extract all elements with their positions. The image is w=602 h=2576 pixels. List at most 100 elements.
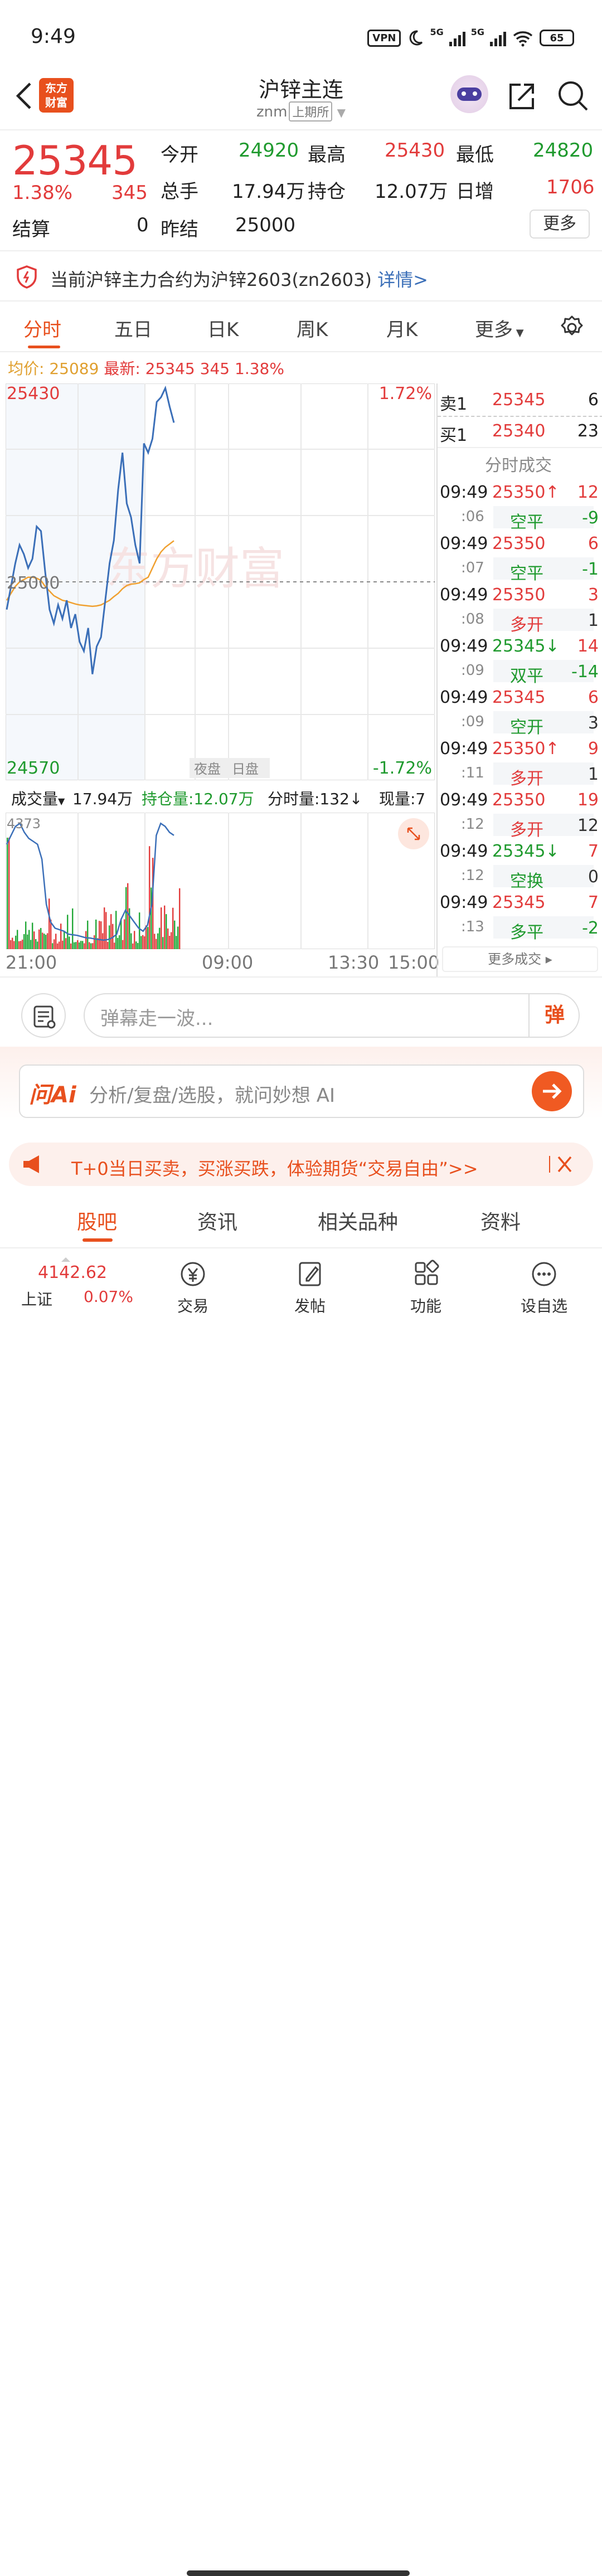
trade-time: 09:49 [440,636,488,656]
volume-bar [147,927,149,949]
tab-month-k[interactable]: 月K [386,314,417,342]
trade-price: 25345↓ [492,636,560,656]
more-quote-button[interactable]: 更多 [530,210,590,239]
tab-day-k[interactable]: 日K [207,314,239,342]
volume-bar [125,887,127,949]
search-icon[interactable] [556,79,590,113]
change-value: 345 [111,182,148,204]
contract-code: znm [256,104,288,120]
settings-gear-icon[interactable] [559,314,585,341]
notice-text: 当前沪锌主力合约为沪锌2603(zn2603) 详情> [50,266,428,291]
volume-selector[interactable]: 成交量▼ [11,787,65,809]
main-contract-notice[interactable]: 当前沪锌主力合约为沪锌2603(zn2603) 详情> [0,250,602,302]
daily-inc-label: 日增 [456,181,494,203]
trade-type: 多开 [510,769,543,789]
volume-bar [48,898,50,949]
volume-bar [109,925,110,949]
current-volume: 现量:7 [379,790,426,808]
volume-bar [142,935,144,949]
volume-bar [99,921,100,949]
pct-bottom-label: -1.72% [373,759,432,778]
open-value: 24920 [239,139,299,162]
trade-price: 25345↓ [492,842,560,861]
trade-seconds: :13 [461,918,484,935]
caret-down-icon: ▼ [513,327,524,339]
ask1-volume: 6 [588,390,599,410]
megaphone-icon [23,1155,39,1173]
ask1-price: 25345 [492,390,546,410]
tab-info[interactable]: 资料 [480,1206,521,1235]
more-dots-icon [532,1262,556,1286]
volume-bar [43,934,45,949]
trade-oi-delta: -1 [582,560,599,579]
tab-related[interactable]: 相关品种 [318,1206,398,1235]
x-tick-0900: 09:00 [202,952,254,973]
trade-oi-delta: -9 [582,508,599,528]
daily-inc-value: 1706 [546,176,595,198]
trade-volume: 3 [588,585,599,605]
bid1-volume: 23 [577,421,599,441]
nav-functions[interactable]: 功能 [392,1260,459,1316]
volume-bar [161,907,162,949]
nav-trade[interactable]: 交易 [159,1260,226,1316]
tab-week-k[interactable]: 周K [297,314,328,342]
tab-five-day[interactable]: 五日 [114,314,152,342]
trade-price: 25350 [492,790,546,810]
volume-bar [62,940,64,949]
caret-up-icon [61,1257,70,1262]
trade-seconds: :09 [461,662,484,679]
tab-news[interactable]: 资讯 [197,1206,237,1235]
ai-robot-icon[interactable] [450,75,488,113]
volume-info-bar: 成交量▼ 17.94万 持仓量:12.07万 分时量:132↓ 现量:7 [6,780,435,813]
close-icon[interactable] [547,1154,575,1175]
volume-bar [42,932,43,949]
volume-bar [134,931,135,949]
trade-oi-delta: 0 [588,867,599,887]
volume-bar [151,887,152,949]
tab-guba[interactable]: 股吧 [77,1206,117,1235]
volume-bar [174,920,176,949]
volume-value: 17.94万 [232,181,305,203]
trade-seconds: :06 [461,508,484,525]
day-session-label: 日盘 [232,761,259,777]
trade-volume: 9 [588,739,599,759]
danmu-settings-icon[interactable] [21,993,66,1038]
trade-seconds: :07 [461,560,484,576]
volume-bar [89,942,90,949]
trade-volume: 19 [577,790,599,810]
low-value: 24820 [533,139,594,162]
nav-add-watchlist[interactable]: 设自选 [511,1260,577,1316]
trade-seconds: :12 [461,867,484,884]
share-icon[interactable] [506,79,537,113]
oi-value: 12.07万 [375,181,448,203]
intraday-chart[interactable]: 东方财富 25430 25000 24570 1.72% -1.72% 夜盘 日… [5,383,435,781]
trade-type: 多平 [510,923,543,942]
trade-time: 09:49 [440,842,488,861]
y-top-label: 25430 [7,384,60,404]
trade-volume: 6 [588,534,599,553]
volume-bar [23,934,25,949]
volume-bar [72,908,74,949]
danmu-toggle-button[interactable]: 弹 [528,993,580,1038]
tab-intraday[interactable]: 分时 [23,314,61,342]
volume-bar [87,920,89,949]
active-tab-indicator [28,346,60,348]
trade-volume: 7 [588,893,599,912]
tab-more[interactable]: 更多 ▼ [475,314,524,342]
trade-volume: 14 [577,636,599,656]
volume-bar [95,919,97,949]
volume-bar [18,941,20,949]
volume-bar [176,936,177,949]
trade-price: 25350↑ [492,483,560,502]
more-trades-button[interactable]: 更多成交 ▸ [442,946,598,972]
volume-bar [105,912,107,949]
volume-bar [47,933,48,949]
volume-bar [8,838,10,949]
notice-detail-link[interactable]: 详情> [377,269,428,290]
volume-bar [122,940,124,949]
volume-bar [144,936,145,949]
nav-post[interactable]: 发帖 [276,1260,343,1316]
ai-submit-button[interactable] [532,1071,572,1111]
battery-icon: 65 [540,30,574,46]
volume-bar [166,914,167,949]
